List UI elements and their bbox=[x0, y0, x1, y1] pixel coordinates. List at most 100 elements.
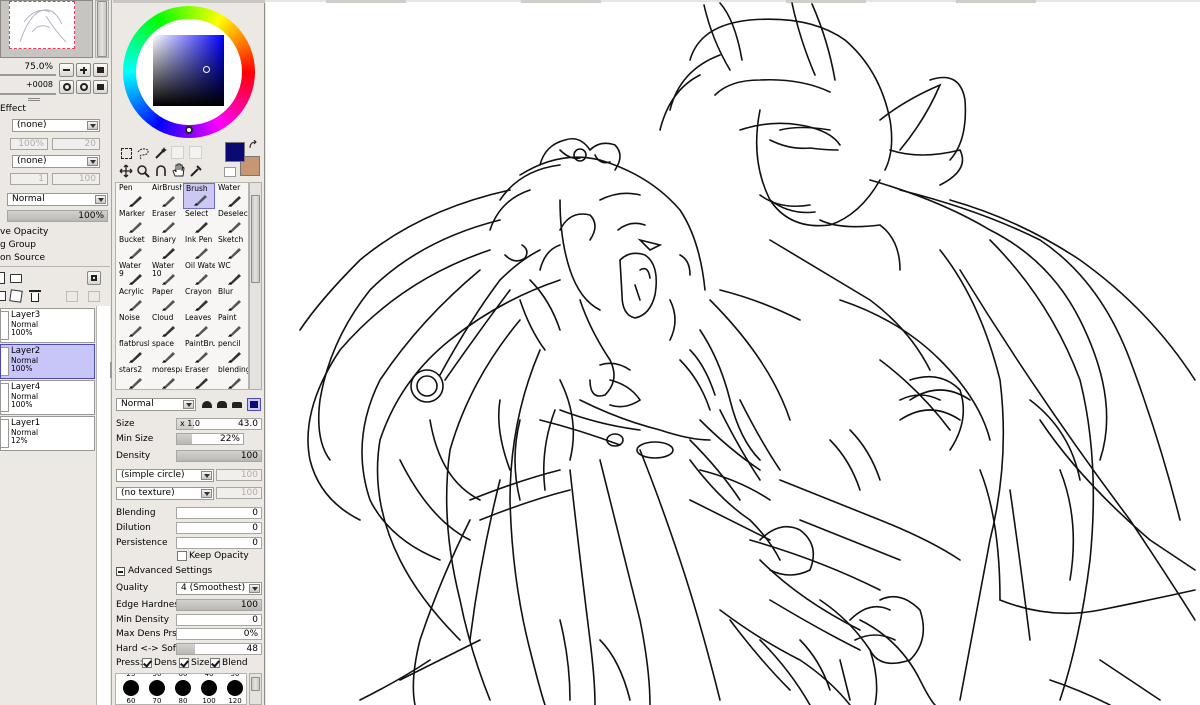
magic-wand-icon[interactable] bbox=[154, 146, 168, 160]
brush-tool-pen[interactable]: Pen bbox=[117, 183, 149, 209]
brush-shape-flat-icon[interactable] bbox=[216, 399, 228, 409]
brush-tool-blur[interactable]: Blur bbox=[216, 287, 248, 313]
eyedropper-icon[interactable] bbox=[189, 164, 203, 178]
brush-tool-water-9[interactable]: Water 9 bbox=[117, 261, 149, 287]
apply-mask-icon[interactable] bbox=[9, 289, 23, 303]
layer-item-layer1[interactable]: Layer1 Normal 12% bbox=[0, 416, 95, 451]
brush-tool-eraser[interactable]: Eraser bbox=[183, 365, 215, 391]
splitter-grip[interactable] bbox=[110, 362, 112, 378]
density-slider[interactable]: 100 bbox=[176, 450, 262, 462]
angle-field[interactable]: +0008 bbox=[0, 80, 56, 92]
clipping-group-label[interactable]: g Group bbox=[0, 240, 36, 251]
brush-shape-select[interactable]: (simple circle) bbox=[116, 469, 214, 482]
persistence-field[interactable]: 0 bbox=[176, 537, 262, 549]
brush-tool-paper[interactable]: Paper bbox=[150, 287, 182, 313]
preset-50[interactable]: 50 70 bbox=[144, 674, 170, 704]
brush-tool-leaves[interactable]: Leaves bbox=[183, 313, 215, 339]
drawing-canvas[interactable] bbox=[266, 0, 1200, 705]
press-dens-checkbox[interactable] bbox=[142, 658, 152, 668]
quality-select[interactable]: 4 (Smoothest) bbox=[176, 582, 262, 595]
rotate-right-button[interactable] bbox=[76, 80, 91, 94]
brush-tool-noise[interactable]: Noise bbox=[117, 313, 149, 339]
rect-select-icon[interactable] bbox=[121, 148, 132, 159]
navigator-view-rect[interactable] bbox=[9, 1, 75, 49]
brush-size-scrollbar[interactable] bbox=[249, 673, 262, 705]
press-size-checkbox[interactable] bbox=[179, 658, 189, 668]
layer-opacity-slider[interactable]: 100% bbox=[7, 210, 108, 222]
lasso-icon[interactable] bbox=[136, 146, 150, 160]
merge-layer-icon[interactable] bbox=[0, 291, 6, 301]
layer-panel-settings-button[interactable] bbox=[87, 271, 101, 285]
layer-item-layer3[interactable]: Layer3 Normal 100% bbox=[0, 308, 95, 343]
brush-tool-water[interactable]: Water bbox=[216, 183, 248, 209]
brush-tool-crayon[interactable]: Crayon bbox=[183, 287, 215, 313]
effect-select[interactable]: (none) bbox=[12, 155, 100, 168]
collapse-icon[interactable] bbox=[116, 567, 125, 576]
sv-picker-icon[interactable] bbox=[203, 66, 210, 73]
brush-tool-morespa[interactable]: morespa bbox=[150, 365, 182, 391]
brush-texture-select[interactable]: (no texture) bbox=[116, 487, 214, 500]
effect-width-field[interactable]: 1 bbox=[10, 173, 48, 185]
brush-tool-space[interactable]: space bbox=[150, 339, 182, 365]
move-icon[interactable] bbox=[119, 164, 133, 178]
preset-25[interactable]: 25 60 bbox=[118, 674, 144, 704]
panel-splitter[interactable] bbox=[28, 98, 40, 101]
brush-tool-deselect[interactable]: Deselect bbox=[216, 209, 248, 235]
hue-marker-icon[interactable] bbox=[185, 126, 193, 134]
trash-icon[interactable] bbox=[29, 290, 41, 302]
brush-tool-cloud[interactable]: Cloud bbox=[150, 313, 182, 339]
brush-tool-bucket[interactable]: Bucket bbox=[117, 235, 149, 261]
angle-slider-icon[interactable] bbox=[0, 93, 56, 95]
brush-shape-round-icon[interactable] bbox=[201, 399, 213, 409]
brush-tool-sketch[interactable]: Sketch bbox=[216, 235, 248, 261]
zoom-in-button[interactable] bbox=[76, 63, 91, 77]
rotate-left-button[interactable] bbox=[59, 80, 74, 94]
preset-40[interactable]: 40 100 bbox=[196, 674, 222, 704]
brush-tool-ink-pen[interactable]: Ink Pen bbox=[183, 235, 215, 261]
brush-tool-select[interactable]: Select bbox=[183, 209, 215, 235]
layer-item-layer4[interactable]: Layer4 Normal 100% bbox=[0, 380, 95, 415]
zoom-icon[interactable] bbox=[136, 164, 150, 178]
zoom-reset-button[interactable] bbox=[93, 63, 108, 77]
zoom-out-button[interactable] bbox=[59, 63, 74, 77]
brush-tool-acrylic[interactable]: Acrylic bbox=[117, 287, 149, 313]
brush-tool-stars2[interactable]: stars2 bbox=[117, 365, 149, 391]
press-blend-checkbox[interactable] bbox=[210, 658, 220, 668]
min-density-field[interactable]: 0 bbox=[176, 614, 262, 626]
min-size-slider[interactable]: 22% bbox=[176, 433, 244, 445]
texture-strength-field[interactable]: 20 bbox=[52, 138, 100, 150]
zoom-field[interactable]: 75.0% bbox=[0, 62, 56, 74]
preset-60[interactable]: 60 80 bbox=[170, 674, 196, 704]
brush-shape-strength[interactable]: 100 bbox=[216, 469, 262, 481]
brush-tool-paint[interactable]: Paint bbox=[216, 313, 248, 339]
dilution-field[interactable]: 0 bbox=[176, 522, 262, 534]
primary-color-swatch[interactable] bbox=[225, 142, 245, 162]
rotate-icon[interactable] bbox=[154, 164, 168, 178]
new-layer-set-icon[interactable] bbox=[0, 272, 5, 284]
folder-icon[interactable] bbox=[10, 274, 22, 283]
brush-shape-solid-icon[interactable] bbox=[247, 398, 261, 411]
swap-colors-icon[interactable] bbox=[248, 140, 258, 150]
keep-opacity-checkbox[interactable] bbox=[177, 551, 187, 561]
brush-shape-square-icon[interactable] bbox=[231, 399, 243, 409]
brush-tool-pencil[interactable]: pencil bbox=[216, 339, 248, 365]
transparent-color-icon[interactable] bbox=[224, 167, 236, 177]
protect-opacity-label[interactable]: ve Opacity bbox=[0, 227, 48, 238]
hand-icon[interactable] bbox=[171, 163, 186, 178]
texture-scale-field[interactable]: 100% bbox=[10, 138, 48, 150]
brush-tool-paintbru[interactable]: PaintBru bbox=[183, 339, 215, 365]
size-multiplier[interactable]: x 1.0 bbox=[180, 419, 200, 429]
navigator-thumbnail[interactable] bbox=[0, 0, 93, 58]
saturation-value-square[interactable] bbox=[153, 35, 224, 106]
brush-tool-binary[interactable]: Binary bbox=[150, 235, 182, 261]
texture-select[interactable]: (none) bbox=[12, 119, 100, 132]
effect-strength-field[interactable]: 100 bbox=[52, 173, 100, 185]
brush-tool-wc[interactable]: WC bbox=[216, 261, 248, 287]
brush-tool-airbrush[interactable]: AirBrush bbox=[150, 183, 182, 209]
brush-tool-marker[interactable]: Marker bbox=[117, 209, 149, 235]
brush-tool-brush[interactable]: Brush bbox=[183, 183, 215, 209]
layer-blend-mode-select[interactable]: Normal bbox=[7, 193, 108, 206]
brush-tool-blending[interactable]: blending bbox=[216, 365, 248, 391]
advanced-settings-label[interactable]: Advanced Settings bbox=[128, 566, 212, 577]
layer-item-layer2[interactable]: Layer2 Normal 100% bbox=[0, 344, 95, 379]
